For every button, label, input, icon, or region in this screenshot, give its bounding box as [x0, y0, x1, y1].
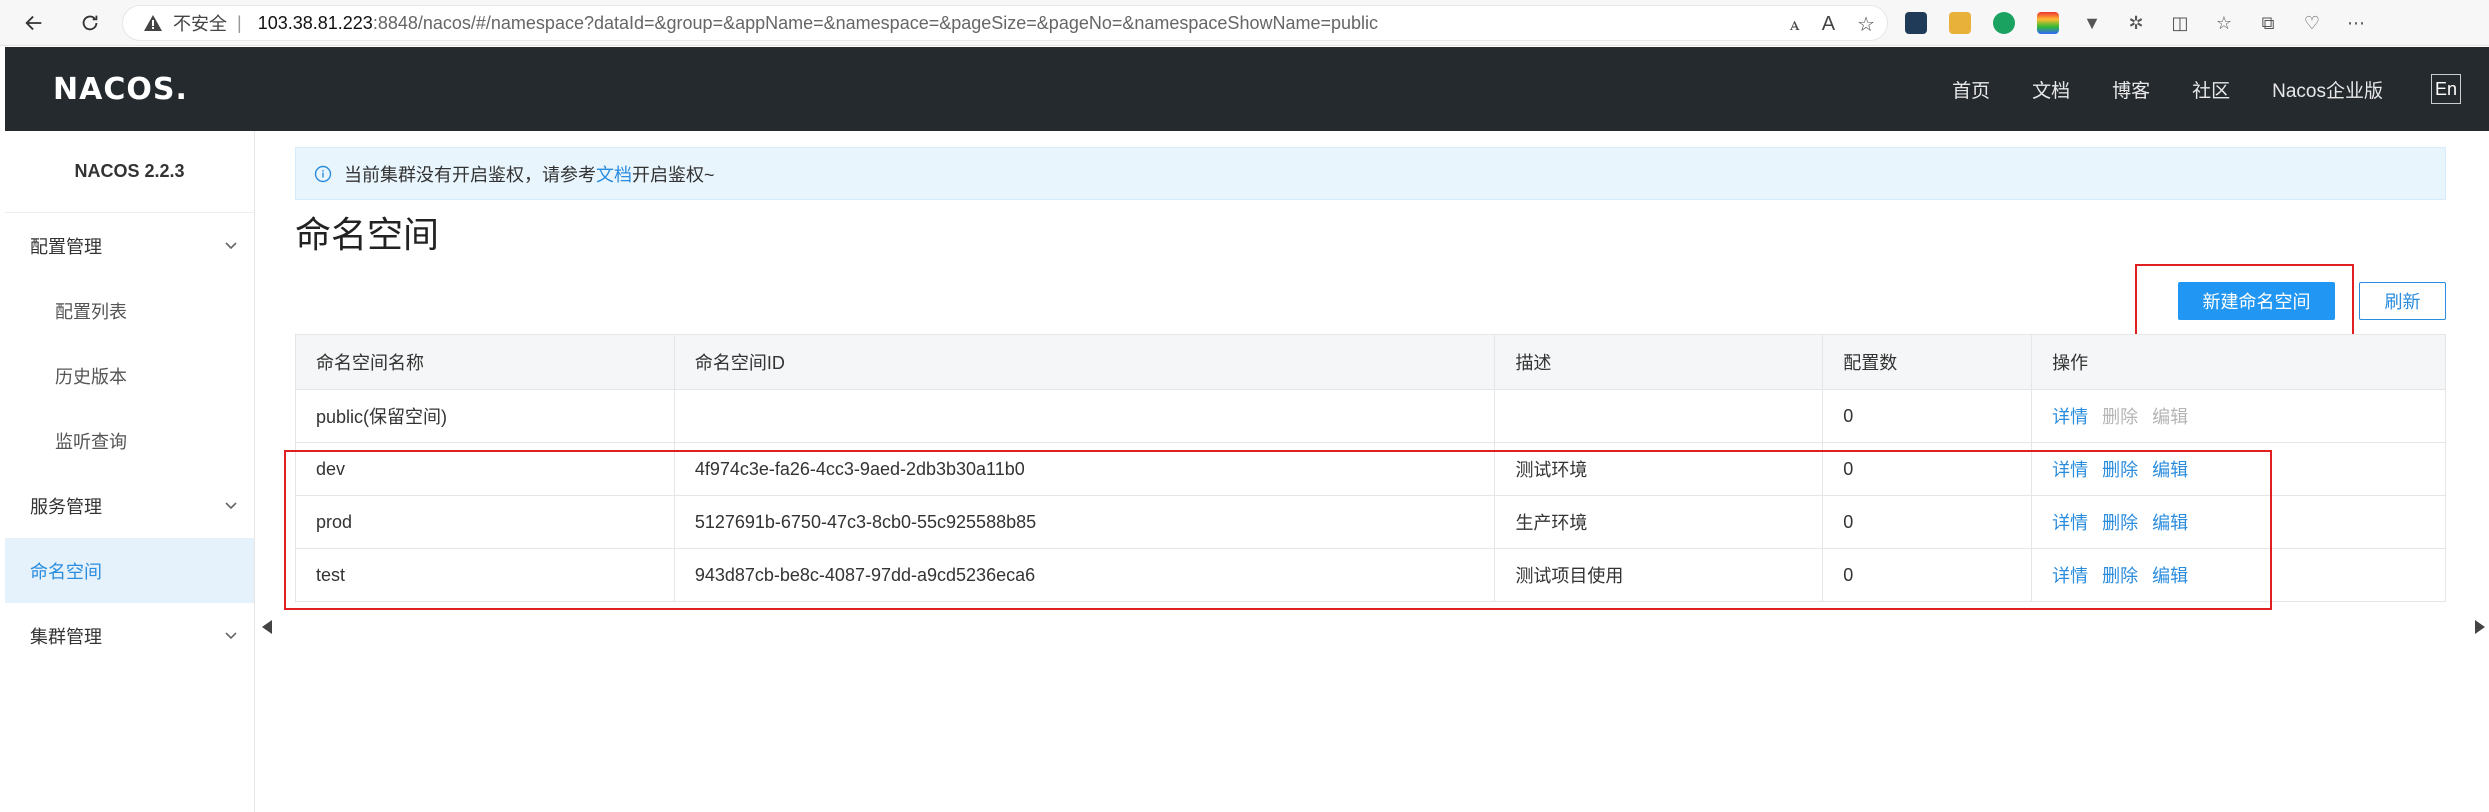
reload-button[interactable]: [70, 0, 110, 46]
browser-toolbar: 不安全 | 103.38.81.223:8848/nacos/#/namespa…: [0, 0, 2489, 46]
table-row: public(保留空间) 0 详情 删除 编辑: [295, 389, 2446, 443]
sidebar-item-config-list[interactable]: 配置列表: [5, 278, 254, 343]
row-actions: 详情 删除 编辑: [2031, 389, 2446, 443]
extension-icon[interactable]: ▼: [2081, 12, 2103, 34]
more-menu-icon[interactable]: ⋯: [2345, 12, 2367, 34]
sidebar-group-config[interactable]: 配置管理: [5, 213, 254, 278]
refresh-button[interactable]: 刷新: [2359, 282, 2446, 320]
scroll-right-icon[interactable]: [2475, 620, 2485, 634]
collections-icon[interactable]: ⧉: [2257, 12, 2279, 34]
column-header: 配置数: [1822, 334, 2033, 390]
nav-home[interactable]: 首页: [1931, 76, 2011, 103]
version-title: NACOS 2.2.3: [5, 131, 254, 213]
url-path: :8848/nacos/#/namespace?dataId=&group=&a…: [372, 12, 1379, 33]
info-icon: [314, 165, 332, 182]
namespace-desc: [1494, 389, 1824, 443]
warning-icon: [143, 13, 163, 33]
back-button[interactable]: [14, 0, 54, 46]
extension-icon[interactable]: [2037, 12, 2059, 34]
reload-icon: [82, 15, 98, 31]
nav-community[interactable]: 社区: [2171, 76, 2251, 103]
notice-text-end: 开启鉴权~: [632, 164, 715, 185]
detail-link[interactable]: 详情: [2052, 407, 2088, 427]
translate-icon[interactable]: ꭺ: [1790, 13, 1800, 36]
arrow-left-icon: [25, 15, 42, 31]
performance-icon[interactable]: ♡: [2301, 12, 2323, 34]
extension-icon[interactable]: [1905, 12, 1927, 34]
top-nav: 首页 文档 博客 社区 Nacos企业版 En: [1931, 47, 2461, 131]
puzzle-icon[interactable]: ✲: [2125, 12, 2147, 34]
page-title: 命名空间: [295, 214, 440, 255]
extension-icon[interactable]: [1949, 12, 1971, 34]
table-header-row: 命名空间名称 命名空间ID 描述 配置数 操作: [295, 334, 2446, 390]
nav-enterprise[interactable]: Nacos企业版: [2251, 76, 2404, 103]
horizontal-scrollbar[interactable]: [262, 620, 2489, 634]
column-header: 命名空间名称: [295, 334, 675, 390]
read-aloud-icon[interactable]: A: [1822, 13, 1835, 36]
column-header: 操作: [2031, 334, 2446, 390]
url-host: 103.38.81.223: [257, 12, 373, 33]
sidebar-item-history[interactable]: 历史版本: [5, 343, 254, 408]
address-bar[interactable]: 不安全 | 103.38.81.223:8848/nacos/#/namespa…: [122, 5, 1888, 41]
delete-link: 删除: [2102, 407, 2139, 427]
notice-docs-link[interactable]: 文档: [596, 161, 632, 187]
highlight-box: [2135, 264, 2354, 337]
sidebar-item-listener[interactable]: 监听查询: [5, 408, 254, 473]
favorite-star-icon[interactable]: ☆: [1857, 12, 1875, 37]
sidebar: NACOS 2.2.3 配置管理 配置列表 历史版本 监听查询 服务管理 命名空…: [5, 131, 255, 812]
sidebar-group-label: 集群管理: [30, 626, 102, 647]
column-header: 命名空间ID: [673, 334, 1496, 390]
sidebar-group-label: 服务管理: [30, 496, 102, 517]
extensions-bar: ▼ ✲ ◫ ☆ ⧉ ♡ ⋯: [1905, 0, 2367, 46]
address-separator: |: [237, 12, 242, 33]
namespace-name: public(保留空间): [295, 389, 675, 443]
sidebar-group-label: 配置管理: [30, 236, 102, 257]
favorites-icon[interactable]: ☆: [2213, 12, 2235, 34]
chevron-down-icon: [225, 632, 237, 640]
sidebar-item-namespace[interactable]: 命名空间: [5, 538, 254, 603]
sidebar-group-service[interactable]: 服务管理: [5, 473, 254, 538]
config-count: 0: [1822, 389, 2033, 443]
nav-docs[interactable]: 文档: [2011, 76, 2091, 103]
scroll-left-icon[interactable]: [262, 620, 272, 634]
column-header: 描述: [1494, 334, 1824, 390]
address-actions: ꭺ A ☆: [1790, 6, 1875, 42]
split-screen-icon[interactable]: ◫: [2169, 12, 2191, 34]
nacos-logo[interactable]: NACOS.: [53, 69, 188, 109]
sidebar-group-cluster[interactable]: 集群管理: [5, 603, 254, 668]
edit-link: 编辑: [2152, 407, 2189, 427]
highlight-box: [284, 450, 2272, 610]
insecure-label: 不安全: [173, 14, 227, 34]
nav-blog[interactable]: 博客: [2091, 76, 2171, 103]
app-header: NACOS. 首页 文档 博客 社区 Nacos企业版 En: [5, 47, 2489, 131]
namespace-id: [673, 389, 1496, 443]
chevron-down-icon: [225, 502, 237, 510]
chevron-down-icon: [225, 242, 237, 250]
auth-notice: 当前集群没有开启鉴权，请参考 文档 开启鉴权~: [295, 147, 2446, 200]
download-icon[interactable]: [1993, 12, 2015, 34]
notice-text: 当前集群没有开启鉴权，请参考: [344, 164, 596, 185]
language-switch[interactable]: En: [2431, 74, 2461, 104]
